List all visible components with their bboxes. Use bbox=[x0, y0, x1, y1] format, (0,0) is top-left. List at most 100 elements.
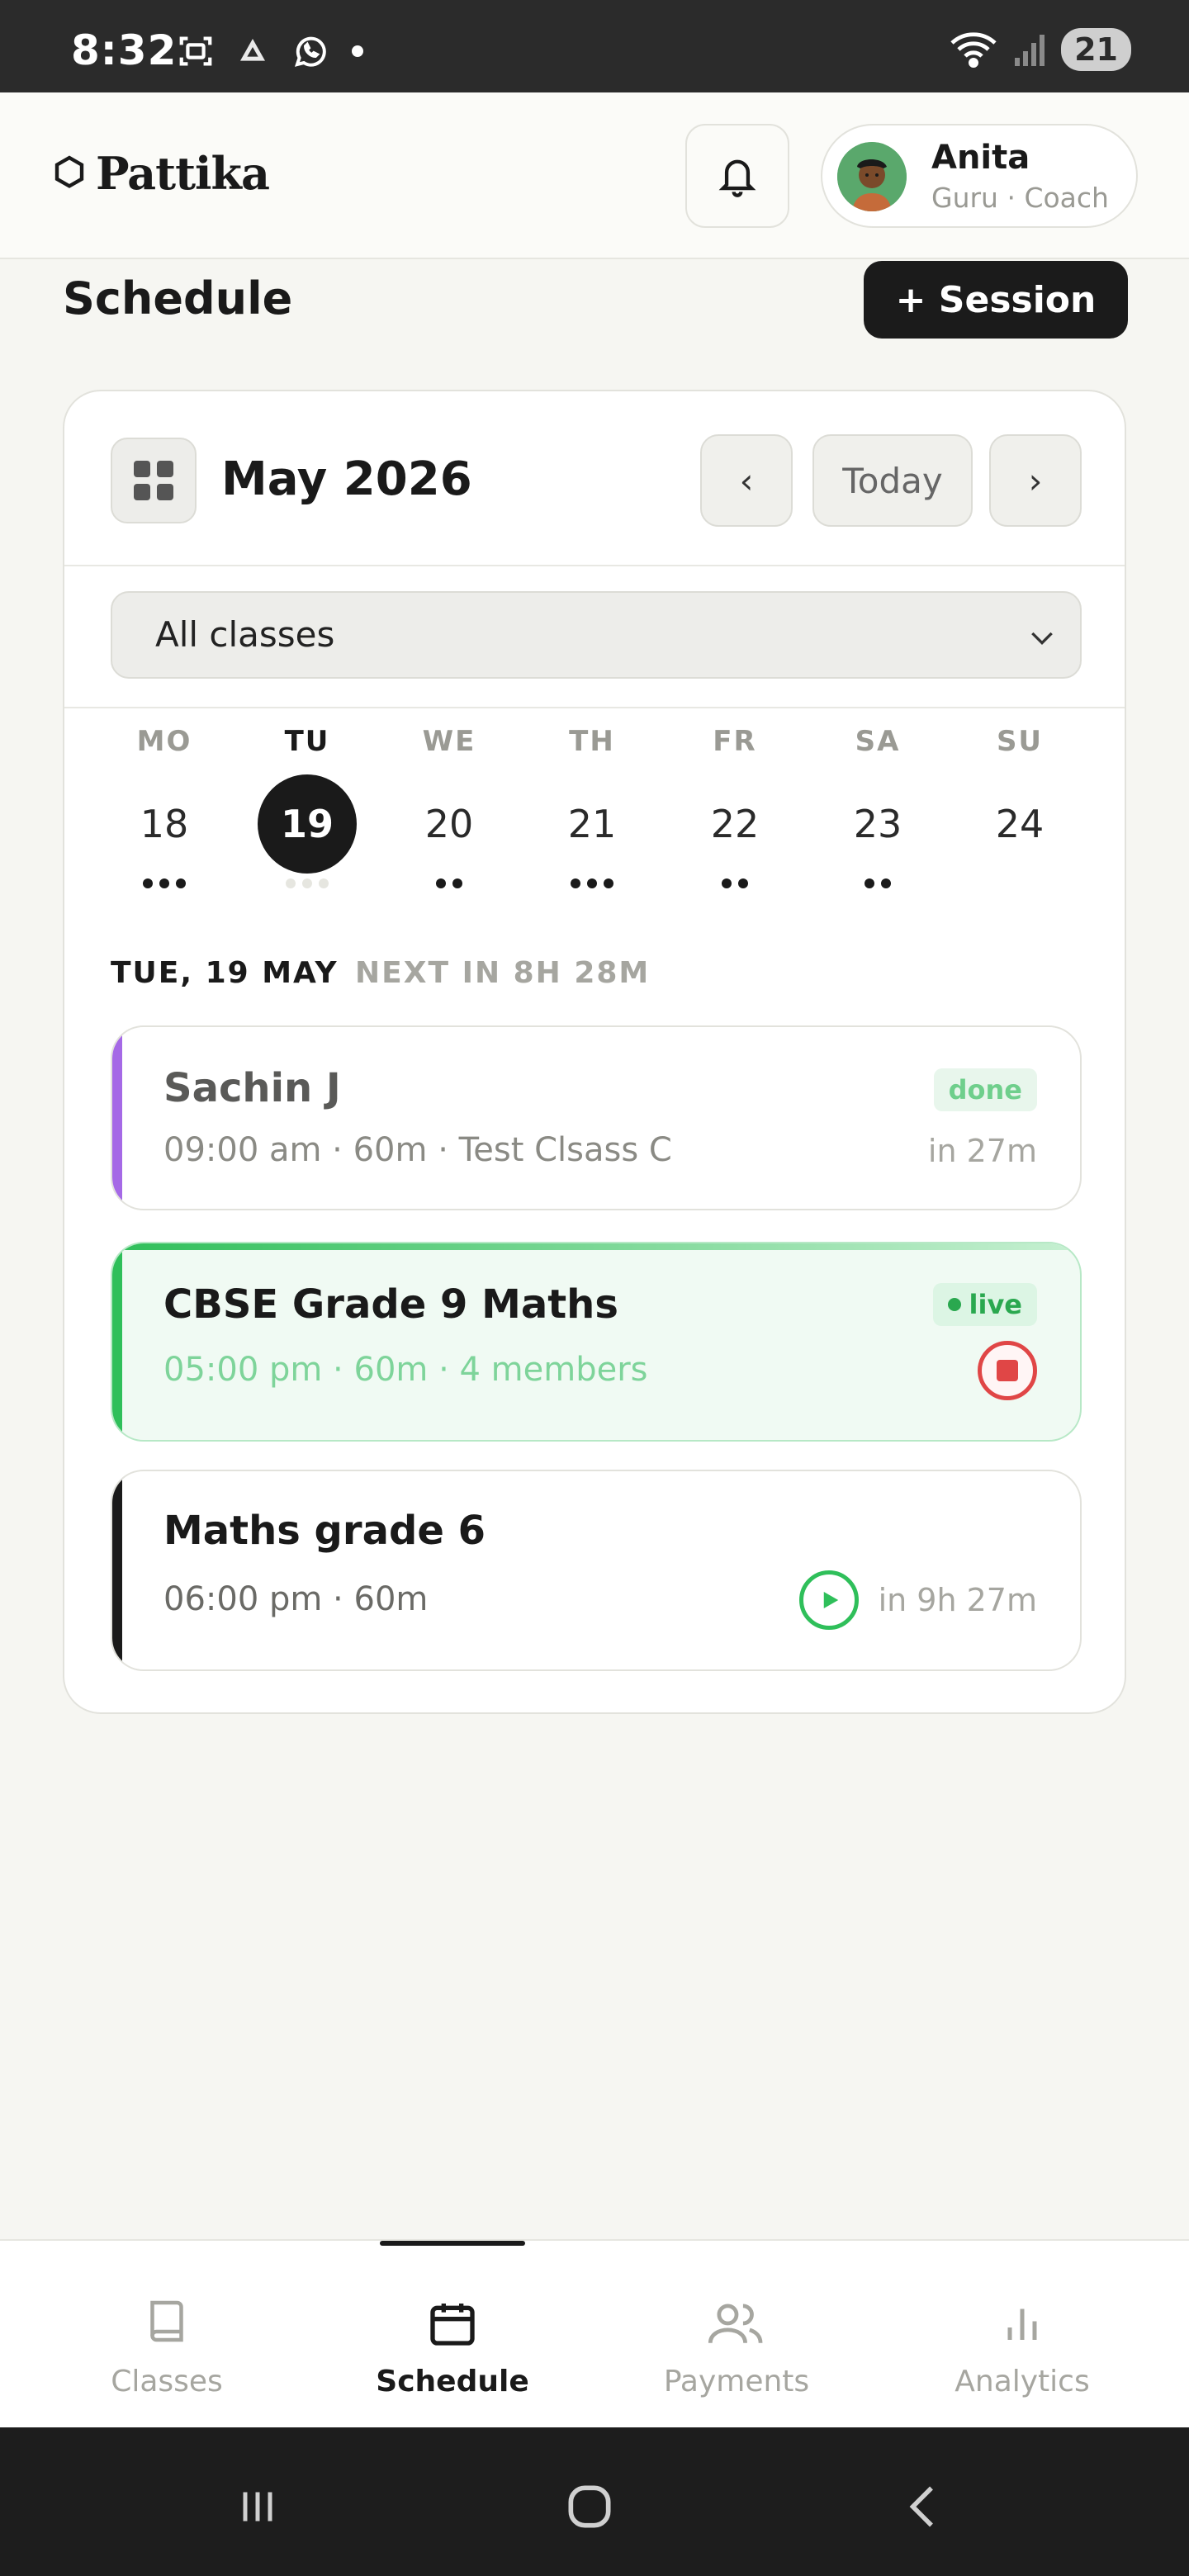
next-week-button[interactable]: › bbox=[989, 434, 1082, 527]
bar-chart-icon bbox=[984, 2285, 1060, 2361]
stop-session-button[interactable] bbox=[978, 1341, 1037, 1400]
session-dots bbox=[253, 878, 361, 888]
session-dots bbox=[681, 878, 789, 888]
day-number: 21 bbox=[567, 802, 617, 846]
calendar-day[interactable]: WE 20 bbox=[396, 725, 503, 907]
calendar-day[interactable]: TH 21 bbox=[538, 725, 646, 907]
calendar-day[interactable]: TU 19 bbox=[253, 725, 361, 907]
home-button[interactable] bbox=[557, 2474, 623, 2540]
user-role: Guru · Coach bbox=[931, 182, 1109, 214]
session-dot bbox=[722, 878, 732, 888]
signal-icon bbox=[1015, 35, 1045, 66]
tab-label: Classes bbox=[111, 2365, 223, 2398]
screenshot-icon bbox=[179, 36, 212, 66]
bell-icon bbox=[718, 159, 756, 197]
session-dot bbox=[302, 878, 312, 888]
day-number-circle: 21 bbox=[542, 774, 642, 874]
recent-apps-button[interactable] bbox=[225, 2474, 291, 2540]
live-progress-line bbox=[112, 1243, 1080, 1250]
app-logo[interactable]: Pattika bbox=[53, 147, 270, 200]
day-name: SU bbox=[996, 725, 1044, 758]
divider bbox=[64, 565, 1125, 566]
notifications-button[interactable] bbox=[685, 124, 789, 228]
session-accent-bar bbox=[112, 1471, 122, 1669]
live-dot-icon bbox=[947, 1298, 961, 1311]
session-dots bbox=[396, 878, 503, 888]
session-title: CBSE Grade 9 Maths bbox=[163, 1281, 618, 1328]
status-time: 8:32 bbox=[71, 26, 178, 74]
session-dot bbox=[604, 878, 613, 888]
session-meta: 05:00 pm · 60m · 4 members bbox=[163, 1351, 648, 1389]
hexagon-logo-icon bbox=[54, 155, 84, 188]
status-system-icons: 21 bbox=[949, 28, 1131, 71]
day-number: 23 bbox=[853, 802, 902, 846]
user-profile-button[interactable]: Anita Guru · Coach bbox=[821, 124, 1138, 228]
grid-icon bbox=[134, 461, 150, 477]
tab-label: Analytics bbox=[955, 2365, 1090, 2398]
user-name: Anita bbox=[931, 139, 1030, 177]
system-nav-bar bbox=[0, 2427, 1189, 2576]
next-session-countdown: NEXT IN 8H 28M bbox=[355, 956, 651, 990]
start-session-button[interactable] bbox=[799, 1570, 859, 1630]
day-name: TH bbox=[569, 725, 615, 758]
calendar-view-toggle[interactable] bbox=[111, 438, 197, 523]
session-accent-bar bbox=[112, 1027, 122, 1209]
tab-schedule[interactable]: Schedule bbox=[329, 2241, 576, 2429]
battery-indicator: 21 bbox=[1061, 28, 1131, 71]
session-dot bbox=[143, 878, 153, 888]
session-dot bbox=[319, 878, 329, 888]
calendar-day[interactable]: SU 24 bbox=[966, 725, 1073, 907]
status-badge: done bbox=[933, 1068, 1037, 1111]
calendar-icon bbox=[414, 2285, 490, 2361]
logo-text: Pattika bbox=[96, 147, 270, 200]
day-name: WE bbox=[422, 725, 476, 758]
app-header: Pattika Anita Guru · Coach bbox=[0, 92, 1189, 259]
wifi-icon bbox=[950, 32, 997, 69]
calendar-day[interactable]: SA 23 bbox=[824, 725, 931, 907]
status-badge-label: live bbox=[969, 1289, 1023, 1320]
divider bbox=[64, 707, 1125, 708]
session-dot bbox=[865, 878, 874, 888]
session-card[interactable]: Maths grade 6 06:00 pm · 60m in 9h 27m bbox=[111, 1470, 1082, 1671]
tab-classes[interactable]: Classes bbox=[43, 2241, 291, 2429]
session-dot bbox=[159, 878, 169, 888]
day-number: 18 bbox=[140, 802, 189, 846]
day-number-circle: 23 bbox=[828, 774, 927, 874]
session-dots bbox=[111, 878, 218, 888]
session-dot bbox=[587, 878, 597, 888]
today-button[interactable]: Today bbox=[812, 434, 973, 527]
status-badge: live bbox=[932, 1283, 1037, 1326]
session-dot bbox=[738, 878, 748, 888]
session-dot bbox=[176, 878, 186, 888]
day-name: MO bbox=[136, 725, 192, 758]
day-number-circle: 19 bbox=[258, 774, 357, 874]
class-filter-select[interactable]: All classes bbox=[111, 591, 1082, 679]
session-card-live[interactable]: CBSE Grade 9 Maths 05:00 pm · 60m · 4 me… bbox=[111, 1242, 1082, 1442]
bottom-nav: Classes Schedule Payments Analytics bbox=[0, 2239, 1189, 2427]
session-dot bbox=[452, 878, 462, 888]
class-filter-value: All classes bbox=[155, 614, 335, 655]
day-number-circle: 18 bbox=[115, 774, 214, 874]
users-icon bbox=[699, 2285, 775, 2361]
stop-icon bbox=[997, 1360, 1018, 1381]
session-dot bbox=[571, 878, 580, 888]
avatar bbox=[837, 142, 907, 211]
back-button[interactable] bbox=[890, 2474, 956, 2540]
tab-payments[interactable]: Payments bbox=[613, 2241, 860, 2429]
recent-apps-icon bbox=[243, 2492, 272, 2522]
status-notification-icons bbox=[177, 31, 363, 71]
tab-analytics[interactable]: Analytics bbox=[898, 2241, 1146, 2429]
calendar-day[interactable]: FR 22 bbox=[681, 725, 789, 907]
tab-label: Schedule bbox=[376, 2365, 529, 2398]
day-number: 24 bbox=[995, 802, 1045, 846]
add-session-button[interactable]: + Session bbox=[864, 261, 1128, 339]
day-name: TU bbox=[284, 725, 330, 758]
session-dot bbox=[436, 878, 446, 888]
session-card[interactable]: Sachin J 09:00 am · 60m · Test Clsass C … bbox=[111, 1025, 1082, 1210]
calendar-day[interactable]: MO 18 bbox=[111, 725, 218, 907]
prev-week-button[interactable]: ‹ bbox=[700, 434, 793, 527]
play-icon bbox=[823, 1592, 839, 1608]
session-dots bbox=[538, 878, 646, 888]
session-dot bbox=[286, 878, 296, 888]
week-strip: MO 18 TU 19 WE 20 TH 21 FR 22 SA 23 SU 24 bbox=[111, 725, 1108, 907]
